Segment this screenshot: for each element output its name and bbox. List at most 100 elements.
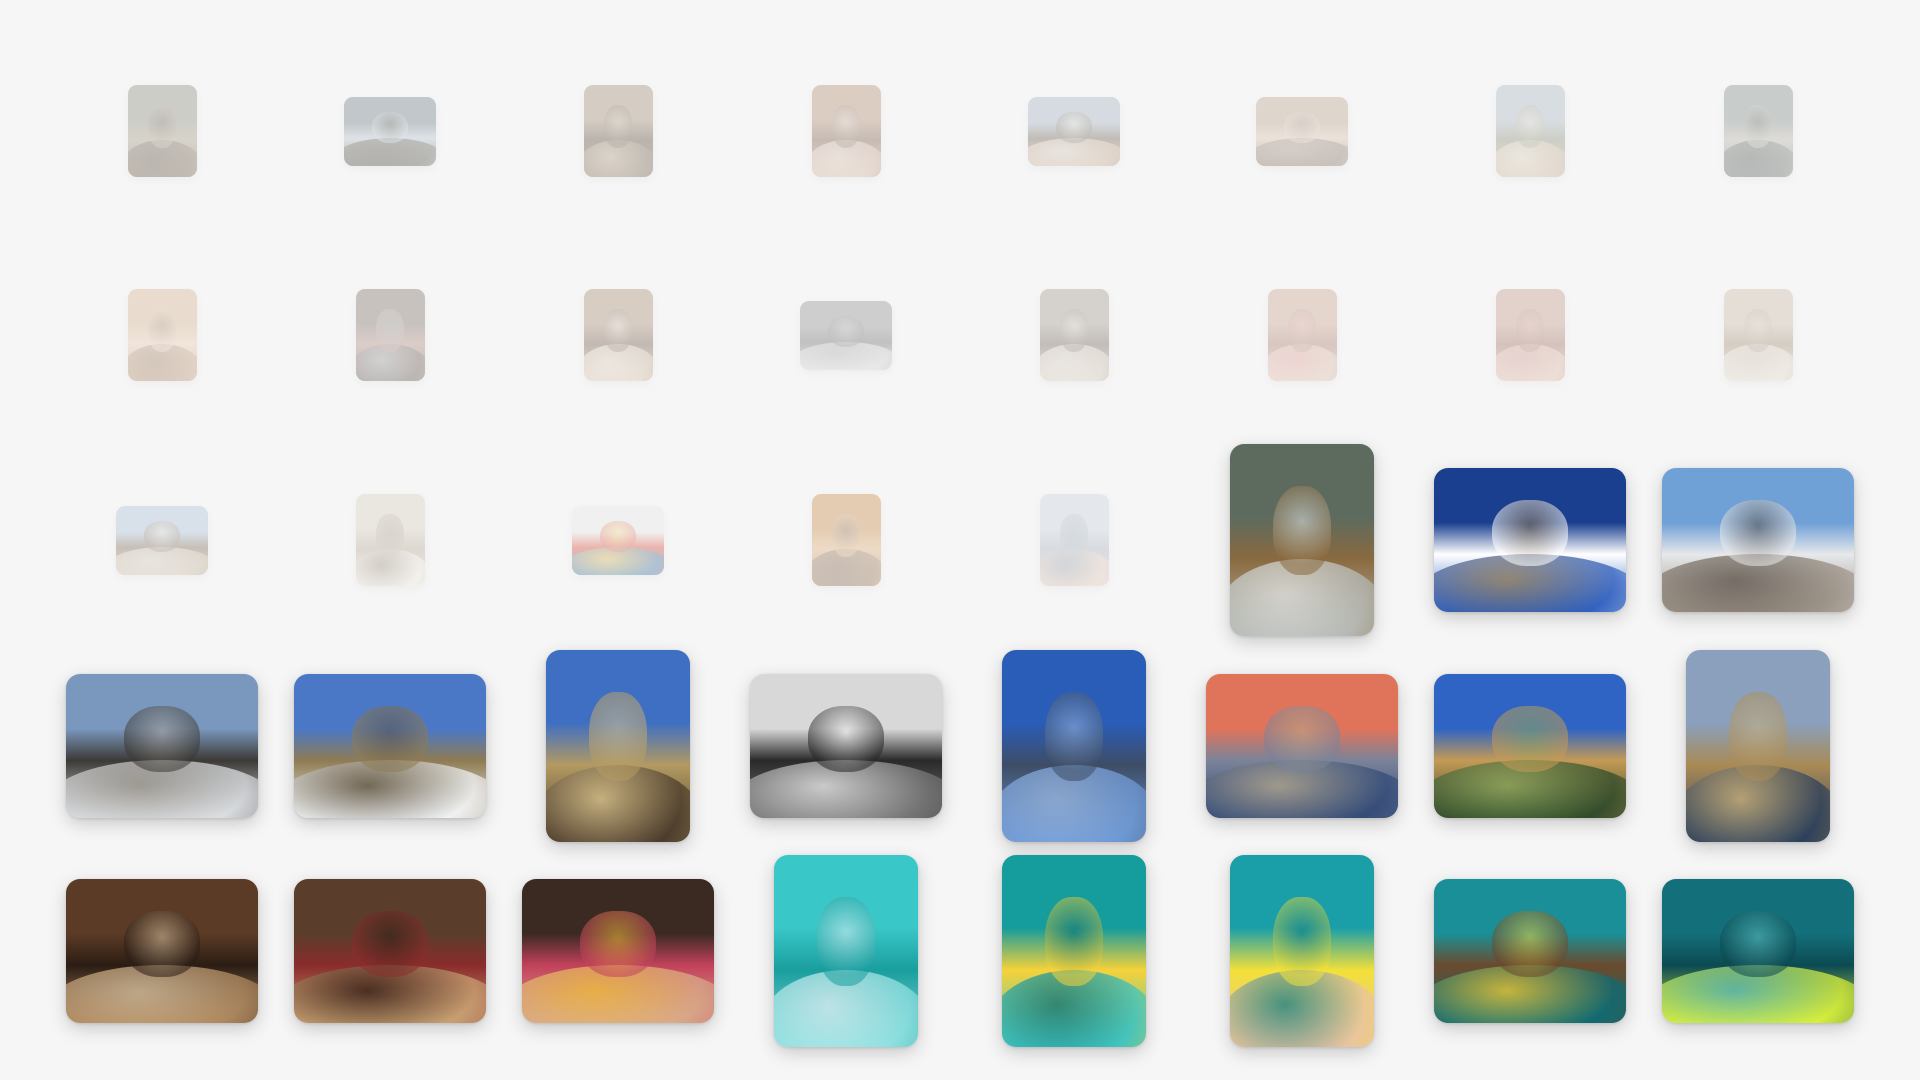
photo-subject-shape bbox=[579, 910, 657, 977]
photo-thumbnail-grassland-horizon[interactable] bbox=[1686, 650, 1830, 842]
photo-thumbnail-woman-with-cat[interactable] bbox=[583, 289, 653, 381]
grid-cell-row-2-4 bbox=[736, 235, 956, 435]
grid-cell-row-5-8 bbox=[1648, 851, 1868, 1051]
photo-thumbnail-snow-rocks-ridge[interactable] bbox=[66, 674, 258, 818]
photo-thumbnail-two-girls-selfie[interactable] bbox=[1256, 96, 1348, 166]
photo-thumbnail-pug-sleeping[interactable] bbox=[294, 879, 486, 1023]
photo-thumbnail-girls-underwater[interactable] bbox=[1002, 855, 1146, 1047]
photo-subject-shape bbox=[351, 910, 429, 977]
grid-cell-row-5-2 bbox=[280, 851, 500, 1051]
grid-cell-row-4-6 bbox=[1192, 646, 1412, 846]
photo-thumbnail-eggs-in-hand[interactable] bbox=[1723, 85, 1793, 177]
photo-subject-shape bbox=[1283, 111, 1321, 144]
photo-thumbnail-girl-with-puppy[interactable] bbox=[1723, 289, 1793, 381]
photo-thumbnail-horse-in-water[interactable] bbox=[1002, 650, 1146, 842]
photo-subject-shape bbox=[1719, 910, 1797, 977]
photo-thumbnail-girl-wicker-chair[interactable] bbox=[127, 289, 197, 381]
photo-thumbnail-snowy-boulders[interactable] bbox=[1662, 468, 1854, 612]
photo-subject-shape bbox=[1045, 692, 1103, 781]
photo-thumbnail-chicken-coop[interactable] bbox=[127, 85, 197, 177]
photo-thumbnail-girl-pink-sweater[interactable] bbox=[1267, 289, 1337, 381]
grid-cell-row-2-7 bbox=[1420, 235, 1640, 435]
photo-subject-shape bbox=[827, 315, 865, 348]
grid-cell-row-1-5 bbox=[964, 31, 1184, 231]
photo-subject-shape bbox=[1516, 309, 1544, 352]
photo-subject-shape bbox=[1273, 486, 1331, 575]
photo-thumbnail-snowy-peak-blue-sky[interactable] bbox=[1434, 468, 1626, 612]
photo-subject-shape bbox=[604, 105, 632, 148]
photo-thumbnail-hair-underwater[interactable] bbox=[1434, 879, 1626, 1023]
photo-thumbnail-man-under-tree[interactable] bbox=[344, 96, 436, 166]
photo-thumbnail-bw-mountain[interactable] bbox=[750, 674, 942, 818]
photo-thumbnail-frost-grass-rock[interactable] bbox=[1230, 444, 1374, 636]
photo-thumbnail-pug-on-deck[interactable] bbox=[66, 879, 258, 1023]
photo-subject-shape bbox=[148, 309, 176, 352]
grid-cell-row-3-3 bbox=[508, 440, 728, 640]
photo-grid bbox=[0, 0, 1920, 1080]
photo-thumbnail-girl-smiling-pool[interactable] bbox=[1230, 855, 1374, 1047]
grid-cell-row-2-5 bbox=[964, 235, 1184, 435]
photo-thumbnail-girls-on-fence[interactable] bbox=[1028, 96, 1120, 166]
grid-cell-row-4-4 bbox=[736, 646, 956, 846]
photo-subject-shape bbox=[599, 520, 637, 553]
grid-cell-row-3-4 bbox=[736, 440, 956, 640]
photo-thumbnail-girl-hand-hair[interactable] bbox=[1495, 289, 1565, 381]
photo-thumbnail-two-women-doorway[interactable] bbox=[800, 300, 892, 370]
photo-thumbnail-hands-eggs[interactable] bbox=[811, 85, 881, 177]
photo-thumbnail-girl-holding-cat[interactable] bbox=[1039, 289, 1109, 381]
grid-cell-row-1-3 bbox=[508, 31, 728, 231]
grid-cell-row-2-8 bbox=[1648, 235, 1868, 435]
photo-subject-shape bbox=[123, 910, 201, 977]
grid-cell-row-5-1 bbox=[52, 851, 272, 1051]
grid-cell-row-4-1 bbox=[52, 646, 272, 846]
grid-cell-row-2-6 bbox=[1192, 235, 1412, 435]
photo-subject-shape bbox=[832, 105, 860, 148]
photo-subject-shape bbox=[371, 111, 409, 144]
photo-subject-shape bbox=[376, 309, 404, 352]
grid-cell-row-3-2 bbox=[280, 440, 500, 640]
photo-subject-shape bbox=[148, 105, 176, 148]
photo-thumbnail-cowboy-on-horse[interactable] bbox=[116, 505, 208, 575]
photo-subject-shape bbox=[817, 897, 875, 986]
photo-subject-shape bbox=[589, 692, 647, 781]
photo-thumbnail-girl-orange-sweater[interactable] bbox=[811, 494, 881, 586]
grid-cell-row-4-5 bbox=[964, 646, 1184, 846]
grid-cell-row-4-2 bbox=[280, 646, 500, 846]
photo-thumbnail-archery-target[interactable] bbox=[572, 505, 664, 575]
photo-thumbnail-mountain-meadow[interactable] bbox=[294, 674, 486, 818]
photo-thumbnail-girl-scarf[interactable] bbox=[1495, 85, 1565, 177]
grid-cell-row-3-1 bbox=[52, 440, 272, 640]
photo-subject-shape bbox=[1516, 105, 1544, 148]
photo-subject-shape bbox=[1288, 309, 1316, 352]
photo-subject-shape bbox=[604, 309, 632, 352]
photo-subject-shape bbox=[1060, 514, 1088, 557]
grid-cell-row-1-4 bbox=[736, 31, 956, 231]
photo-subject-shape bbox=[123, 705, 201, 772]
grid-cell-row-1-2 bbox=[280, 31, 500, 231]
grid-cell-row-2-3 bbox=[508, 235, 728, 435]
grid-cell-row-4-7 bbox=[1420, 646, 1640, 846]
photo-thumbnail-pine-valley[interactable] bbox=[1434, 674, 1626, 818]
photo-subject-shape bbox=[1491, 910, 1569, 977]
photo-thumbnail-girl-with-white-horse[interactable] bbox=[355, 494, 425, 586]
photo-subject-shape bbox=[351, 705, 429, 772]
grid-cell-row-5-7 bbox=[1420, 851, 1640, 1051]
photo-thumbnail-pine-trunks[interactable] bbox=[546, 650, 690, 842]
photo-subject-shape bbox=[1263, 705, 1341, 772]
grid-cell-row-1-8 bbox=[1648, 31, 1868, 231]
photo-subject-shape bbox=[1491, 499, 1569, 566]
photo-thumbnail-sunset-sea[interactable] bbox=[1039, 494, 1109, 586]
grid-cell-row-4-3 bbox=[508, 646, 728, 846]
photo-thumbnail-yellow-shirt-water[interactable] bbox=[1662, 879, 1854, 1023]
photo-thumbnail-mother-daughter[interactable] bbox=[522, 879, 714, 1023]
photo-subject-shape bbox=[832, 514, 860, 557]
photo-subject-shape bbox=[1045, 897, 1103, 986]
grid-cell-row-3-8 bbox=[1648, 440, 1868, 640]
photo-thumbnail-dog-doorway[interactable] bbox=[583, 85, 653, 177]
photo-thumbnail-girl-on-floor[interactable] bbox=[355, 289, 425, 381]
grid-cell-row-5-5 bbox=[964, 851, 1184, 1051]
photo-thumbnail-sunset-forest[interactable] bbox=[1206, 674, 1398, 818]
grid-cell-row-5-6 bbox=[1192, 851, 1412, 1051]
photo-thumbnail-girl-in-pool-swimsuit[interactable] bbox=[774, 855, 918, 1047]
grid-cell-row-5-3 bbox=[508, 851, 728, 1051]
